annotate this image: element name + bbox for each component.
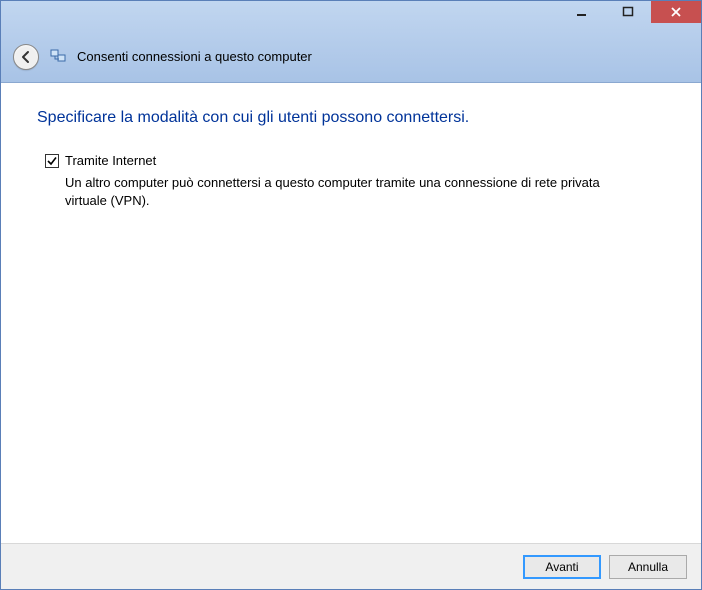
close-icon (670, 6, 682, 18)
cancel-button[interactable]: Annulla (609, 555, 687, 579)
titlebar (1, 1, 701, 31)
network-icon (49, 48, 67, 66)
arrow-left-icon (19, 50, 33, 64)
minimize-button[interactable] (559, 1, 605, 23)
internet-label: Tramite Internet (65, 153, 156, 168)
back-button[interactable] (13, 44, 39, 70)
next-button[interactable]: Avanti (523, 555, 601, 579)
wizard-content: Specificare la modalità con cui gli uten… (1, 83, 701, 543)
wizard-header: Consenti connessioni a questo computer (1, 31, 701, 83)
minimize-icon (576, 6, 588, 18)
internet-description: Un altro computer può connettersi a ques… (65, 174, 625, 210)
maximize-button[interactable] (605, 1, 651, 23)
close-button[interactable] (651, 1, 701, 23)
internet-checkbox[interactable] (45, 154, 59, 168)
option-row: Tramite Internet (45, 153, 665, 168)
wizard-footer: Avanti Annulla (1, 543, 701, 589)
window-controls (559, 1, 701, 23)
wizard-title: Consenti connessioni a questo computer (77, 49, 312, 64)
page-heading: Specificare la modalità con cui gli uten… (37, 109, 665, 127)
maximize-icon (622, 6, 634, 18)
option-internet: Tramite Internet Un altro computer può c… (45, 153, 665, 210)
checkmark-icon (46, 155, 58, 167)
